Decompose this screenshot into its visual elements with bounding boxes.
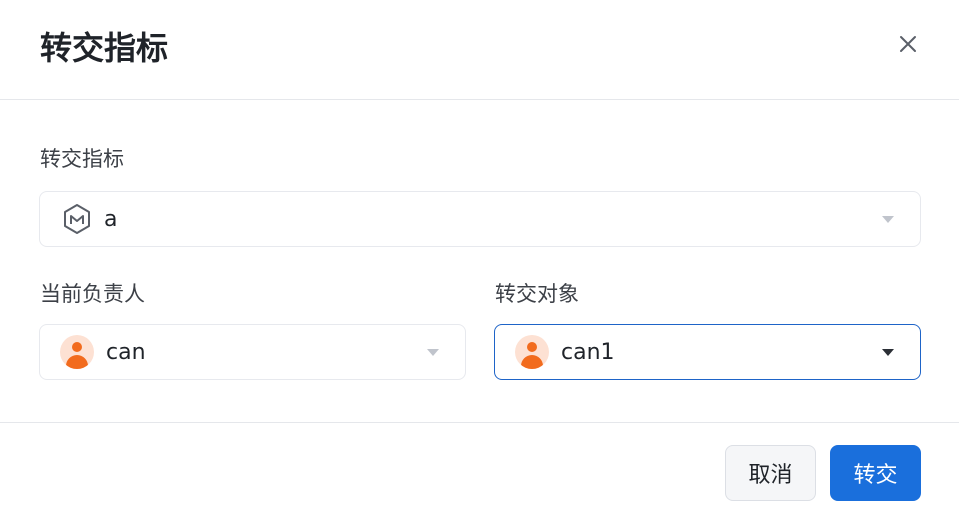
user-avatar-icon (60, 335, 94, 369)
metric-select[interactable]: a (39, 191, 921, 247)
metric-value: a (104, 206, 118, 232)
transfer-button[interactable]: 转交 (830, 445, 921, 501)
chevron-down-icon (882, 216, 894, 223)
close-button[interactable] (894, 30, 922, 58)
chevron-down-icon (427, 349, 439, 356)
chevron-down-icon (882, 349, 894, 356)
current-owner-select: can (39, 324, 466, 380)
dialog-title: 转交指标 (40, 29, 169, 67)
user-avatar-icon (515, 335, 549, 369)
transfer-target-label: 转交对象 (495, 282, 579, 306)
metric-hex-icon (64, 204, 90, 234)
dialog-header: 转交指标 (0, 0, 959, 100)
cancel-button[interactable]: 取消 (725, 445, 816, 501)
current-owner-value: can (106, 339, 146, 365)
metric-label: 转交指标 (40, 147, 124, 171)
dialog-footer: 取消 转交 (0, 422, 959, 521)
transfer-target-value: can1 (561, 339, 615, 365)
transfer-metric-dialog: 转交指标 转交指标 a 当前负责人 can 转交对象 can1 取消 转交 (0, 0, 959, 521)
close-icon (900, 36, 916, 52)
current-owner-label: 当前负责人 (40, 282, 145, 306)
transfer-target-select[interactable]: can1 (494, 324, 921, 380)
